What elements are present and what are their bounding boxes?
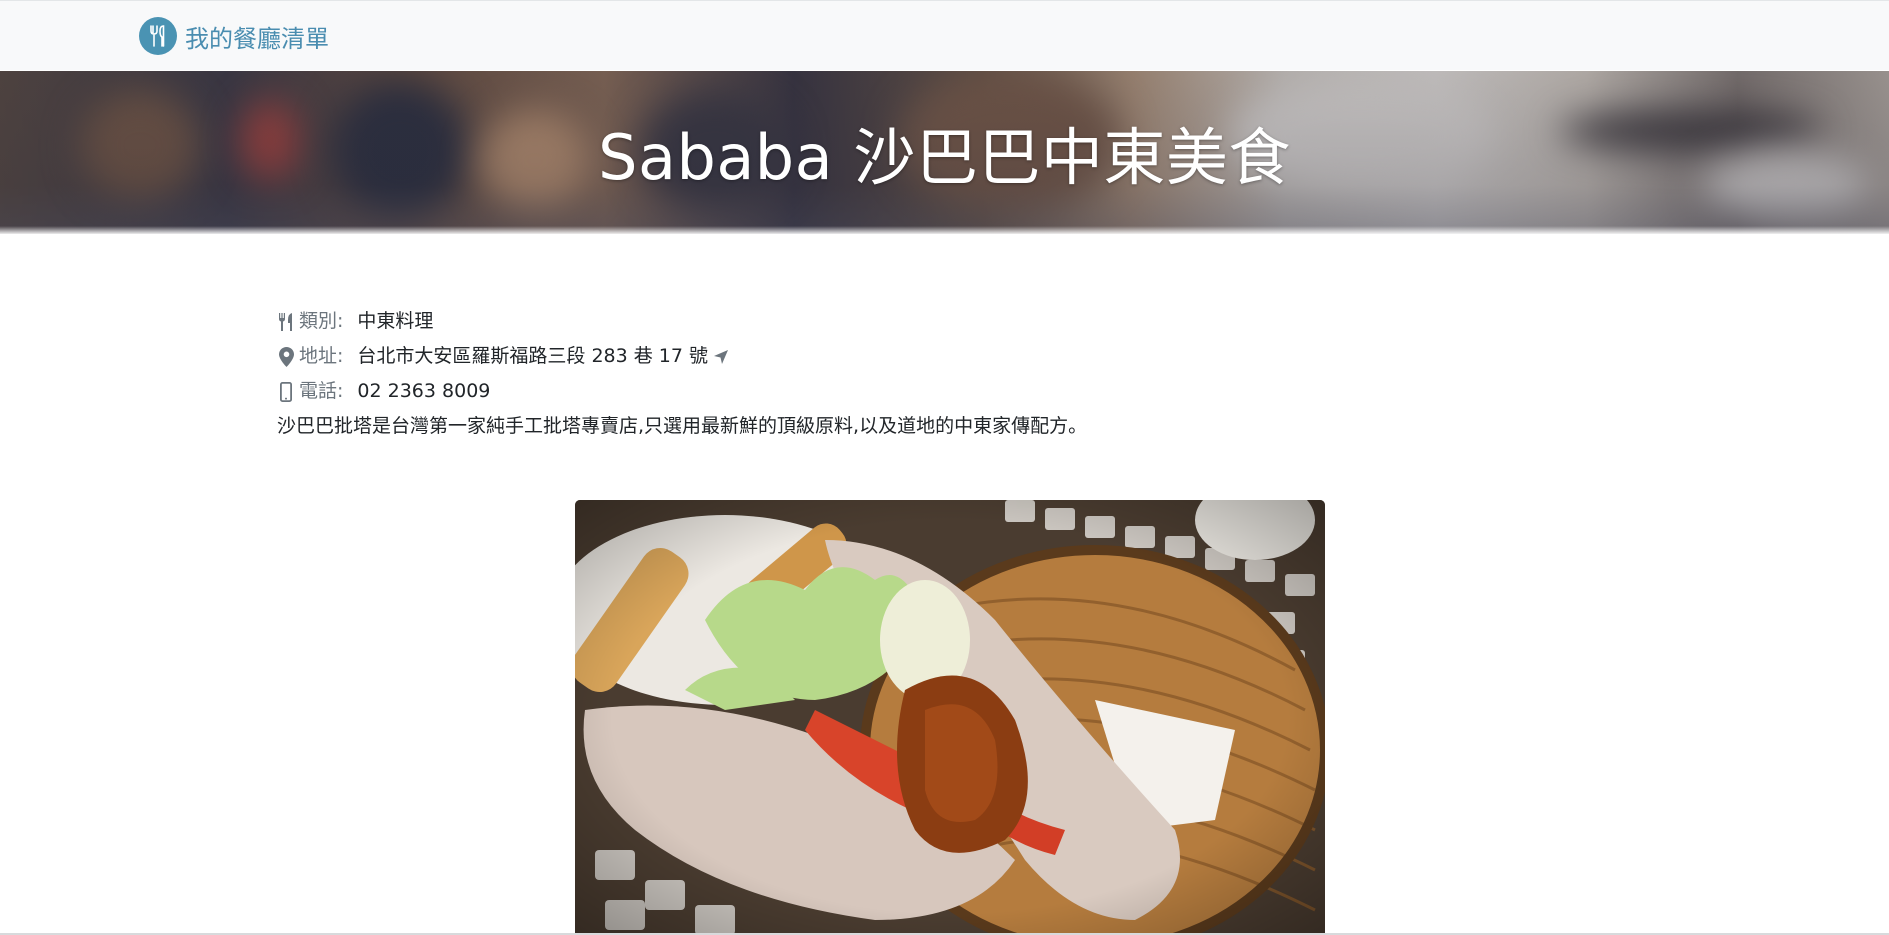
restaurant-info: 類別: 中東料理 地址: 台北市大安區羅斯福路三段 283 巷 17 號 電話: <box>277 304 1087 444</box>
navbar: 我的餐廳清單 <box>0 0 1889 70</box>
utensils-icon <box>277 311 295 333</box>
address-row: 地址: 台北市大安區羅斯福路三段 283 巷 17 號 <box>277 339 1087 374</box>
hero-banner: Sababa 沙巴巴中東美食 <box>0 71 1889 234</box>
category-row: 類別: 中東料理 <box>277 304 1087 339</box>
phone-row: 電話: 02 2363 8009 <box>277 374 1087 409</box>
category-label: 類別: <box>299 310 344 332</box>
category-value: 中東料理 <box>357 310 434 332</box>
restaurant-description: 沙巴巴批塔是台灣第一家純手工批塔專賣店,只選用最新鮮的頂級原料,以及道地的中東家… <box>277 415 1088 437</box>
restaurant-name-heading: Sababa 沙巴巴中東美食 <box>598 121 1291 194</box>
brand-title: 我的餐廳清單 <box>185 24 329 53</box>
mobile-phone-icon <box>277 381 295 403</box>
phone-label: 電話: <box>299 380 344 402</box>
brand-link[interactable]: 我的餐廳清單 <box>139 17 329 55</box>
restaurant-photo <box>575 500 1325 935</box>
utensils-icon <box>139 17 177 55</box>
map-marker-icon <box>277 346 295 368</box>
location-arrow-icon[interactable] <box>713 349 729 365</box>
address-label: 地址: <box>299 345 344 367</box>
phone-value: 02 2363 8009 <box>357 380 491 402</box>
address-value: 台北市大安區羅斯福路三段 283 巷 17 號 <box>357 345 709 367</box>
